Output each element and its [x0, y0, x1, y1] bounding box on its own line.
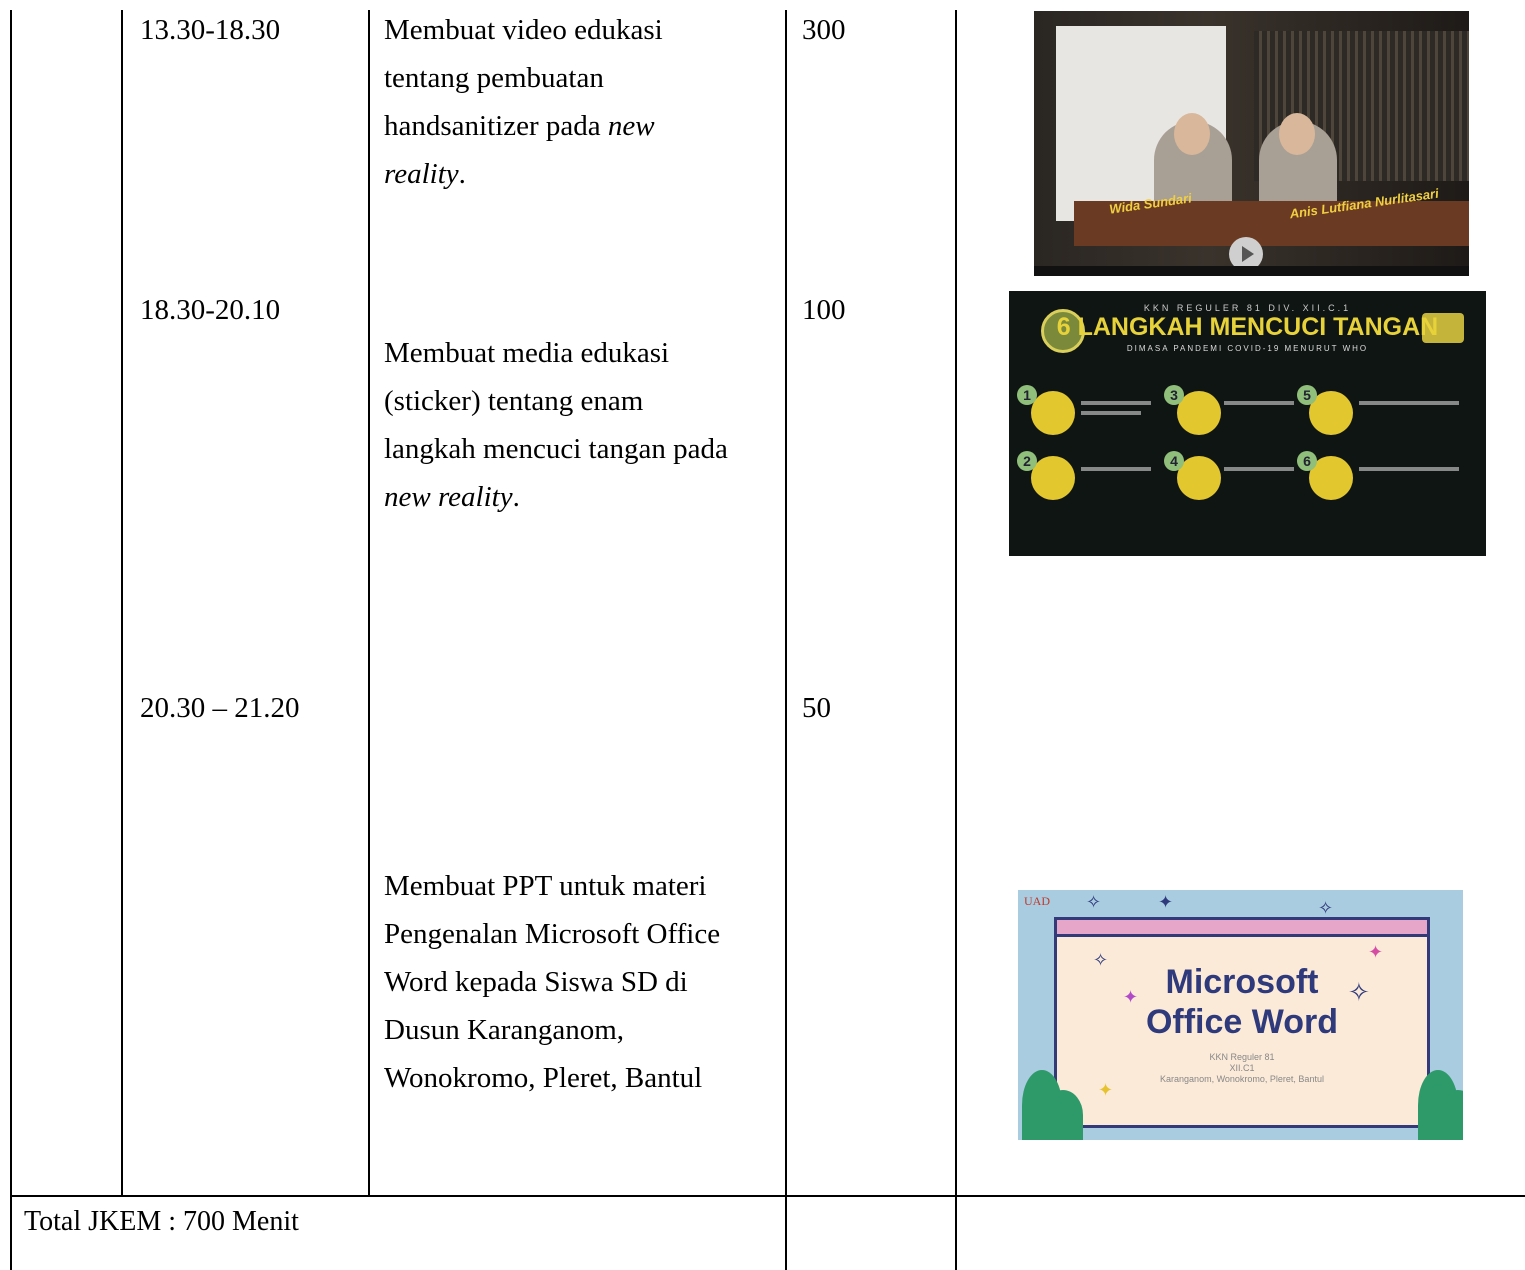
- table-border-col3: [785, 10, 787, 1270]
- step-text-placeholder: [1359, 401, 1459, 405]
- table-border-footer: [10, 1195, 1525, 1197]
- row2-desc-line: langkah mencuci tangan pada: [384, 433, 728, 465]
- row2-desc-line: Membuat media edukasi: [384, 337, 670, 369]
- row3-description: Membuat PPT untuk materi Pengenalan Micr…: [384, 862, 774, 1102]
- row1-desc-line: Membuat video edukasi: [384, 14, 663, 46]
- sparkle-icon: ✧: [1348, 978, 1370, 1008]
- face-right: [1279, 113, 1315, 155]
- sticker-image: KKN REGULER 81 DIV. XII.C.1 6 LANGKAH ME…: [1009, 291, 1486, 556]
- sticker-header-small: KKN REGULER 81 DIV. XII.C.1: [1143, 303, 1352, 313]
- video-thumbnail-image: Wida Sundari Anis Lutfiana Nurlitasari: [1034, 11, 1469, 276]
- video-progress-bar: [1034, 266, 1469, 276]
- step-text-placeholder: [1081, 401, 1151, 405]
- uad-logo: UAD: [1024, 894, 1050, 908]
- slide-title-line1: Microsoft: [1165, 963, 1319, 1001]
- step-number: 6: [1297, 451, 1317, 471]
- step-number: 2: [1017, 451, 1037, 471]
- row2-minutes: 100: [802, 294, 846, 326]
- slide-sub-line: KKN Reguler 81: [1209, 1052, 1275, 1062]
- row3-desc-line: Membuat PPT untuk materi: [384, 870, 707, 902]
- sparkle-icon: ✦: [1158, 892, 1174, 913]
- row3-desc-line: Word kepada Siswa SD di: [384, 966, 688, 998]
- row1-desc-line: handsanitizer pada new: [384, 102, 774, 150]
- hand-wash-icon: [1031, 391, 1075, 435]
- sparkle-icon: ✦: [1123, 987, 1139, 1008]
- row1-desc-italic: new: [607, 110, 655, 142]
- row3-desc-line: Pengenalan Microsoft Office: [384, 918, 721, 950]
- row3-desc-line: Dusun Karanganom,: [384, 1014, 625, 1046]
- face-left: [1174, 113, 1210, 155]
- step-number: 5: [1297, 385, 1317, 405]
- row1-desc-text: handsanitizer pada: [384, 110, 608, 142]
- sparkle-icon: ✧: [1093, 950, 1109, 971]
- row1-time: 13.30-18.30: [140, 14, 281, 46]
- step-text-placeholder: [1224, 401, 1294, 405]
- step-number: 3: [1164, 385, 1184, 405]
- sparkle-icon: ✧: [1318, 898, 1334, 919]
- row2-desc-italic: new reality: [384, 481, 513, 513]
- row2-time: 18.30-20.10: [140, 294, 281, 326]
- row1-desc-italic: reality: [384, 158, 459, 190]
- hand-wash-icon: [1031, 456, 1075, 500]
- row2-desc-line: (sticker) tentang enam: [384, 385, 644, 417]
- row3-time: 20.30 – 21.20: [140, 692, 300, 724]
- ppt-slide-image: UAD Microsoft Office Word KKN Reguler 81…: [1018, 890, 1463, 1140]
- table-border-col4: [955, 10, 957, 1270]
- sparkle-icon: ✦: [1368, 942, 1384, 963]
- slide-sub-line: XII.C1: [1229, 1063, 1255, 1073]
- table-border-col2: [368, 10, 370, 1196]
- row1-desc-suffix: .: [458, 158, 466, 190]
- row2-desc-suffix: .: [512, 481, 520, 513]
- step-text-placeholder: [1359, 467, 1459, 471]
- row1-desc-line: reality.: [384, 150, 774, 198]
- total-jkem-label: Total JKEM : 700 Menit: [24, 1206, 299, 1237]
- row3-desc-line: Wonokromo, Pleret, Bantul: [384, 1062, 703, 1094]
- step-number: 4: [1164, 451, 1184, 471]
- sticker-subtitle: DIMASA PANDEMI COVID-19 MENURUT WHO: [1126, 344, 1369, 353]
- table-border-col1: [121, 10, 123, 1196]
- slide-window-bar: [1057, 920, 1427, 937]
- row2-desc-line: new reality.: [384, 473, 774, 521]
- row3-minutes: 50: [802, 692, 831, 724]
- row1-desc-line: tentang pembuatan: [384, 62, 604, 94]
- table-border-left: [10, 10, 12, 1270]
- sparkle-icon: ✦: [1098, 1080, 1114, 1101]
- row1-minutes: 300: [802, 14, 846, 46]
- sparkle-icon: ✧: [1086, 892, 1102, 913]
- leaf-decoration: [1043, 1090, 1083, 1140]
- step-text-placeholder: [1081, 467, 1151, 471]
- step-number: 1: [1017, 385, 1037, 405]
- slide-title-line2: Office Word: [1145, 1003, 1339, 1041]
- row1-description: Membuat video edukasi tentang pembuatan …: [384, 6, 774, 198]
- step-text-placeholder: [1224, 467, 1294, 471]
- step-text-placeholder: [1081, 411, 1141, 415]
- row2-description: Membuat media edukasi (sticker) tentang …: [384, 329, 774, 521]
- sticker-title: 6 LANGKAH MENCUCI TANGAN: [1056, 313, 1439, 341]
